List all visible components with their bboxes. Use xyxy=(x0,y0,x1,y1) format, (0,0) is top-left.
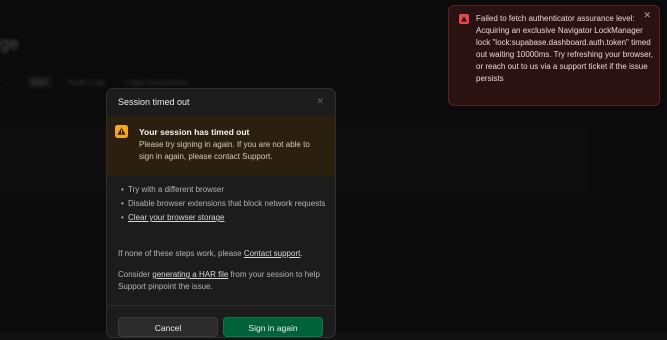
dialog-header: Session timed out ✕ xyxy=(107,89,335,117)
error-toast: Failed to fetch authenticator assurance … xyxy=(448,5,660,106)
tip-text: Try with a different browser xyxy=(128,185,225,194)
contact-support-text: If none of these steps work, please Cont… xyxy=(118,248,328,260)
list-item: Try with a different browser xyxy=(118,184,326,196)
generate-har-link[interactable]: generating a HAR file xyxy=(152,270,228,279)
toast-close-icon[interactable]: ✕ xyxy=(643,10,651,21)
toast-message: Failed to fetch authenticator assurance … xyxy=(476,14,653,83)
contact-support-link[interactable]: Contact support xyxy=(244,249,300,258)
help-prefix: If none of these steps work, please xyxy=(118,249,244,258)
har-file-text: Consider generating a HAR file from your… xyxy=(118,269,328,293)
dialog-close-icon[interactable]: ✕ xyxy=(316,96,324,107)
cancel-button[interactable]: Cancel xyxy=(118,317,218,337)
warning-icon xyxy=(115,125,128,138)
warning-callout: Your session has timed out Please try si… xyxy=(107,116,335,176)
help-suffix: . xyxy=(300,249,303,258)
session-timeout-dialog: Session timed out ✕ Your session has tim… xyxy=(106,88,336,338)
troubleshooting-list: Try with a different browser Disable bro… xyxy=(118,184,326,226)
error-icon xyxy=(459,14,469,24)
dialog-title: Session timed out xyxy=(118,97,190,107)
dialog-footer: Cancel Sign in again xyxy=(107,305,335,340)
tip-text: Disable browser extensions that block ne… xyxy=(128,199,326,208)
warning-title: Your session has timed out xyxy=(139,127,250,137)
list-item: Disable browser extensions that block ne… xyxy=(118,198,326,210)
list-item: Clear your browser storage xyxy=(118,212,326,224)
har-prefix: Consider xyxy=(118,270,153,279)
sign-in-again-button[interactable]: Sign in again xyxy=(223,317,323,337)
clear-storage-link[interactable]: Clear your browser storage xyxy=(128,213,224,222)
warning-body: Please try signing in again. If you are … xyxy=(139,140,310,161)
